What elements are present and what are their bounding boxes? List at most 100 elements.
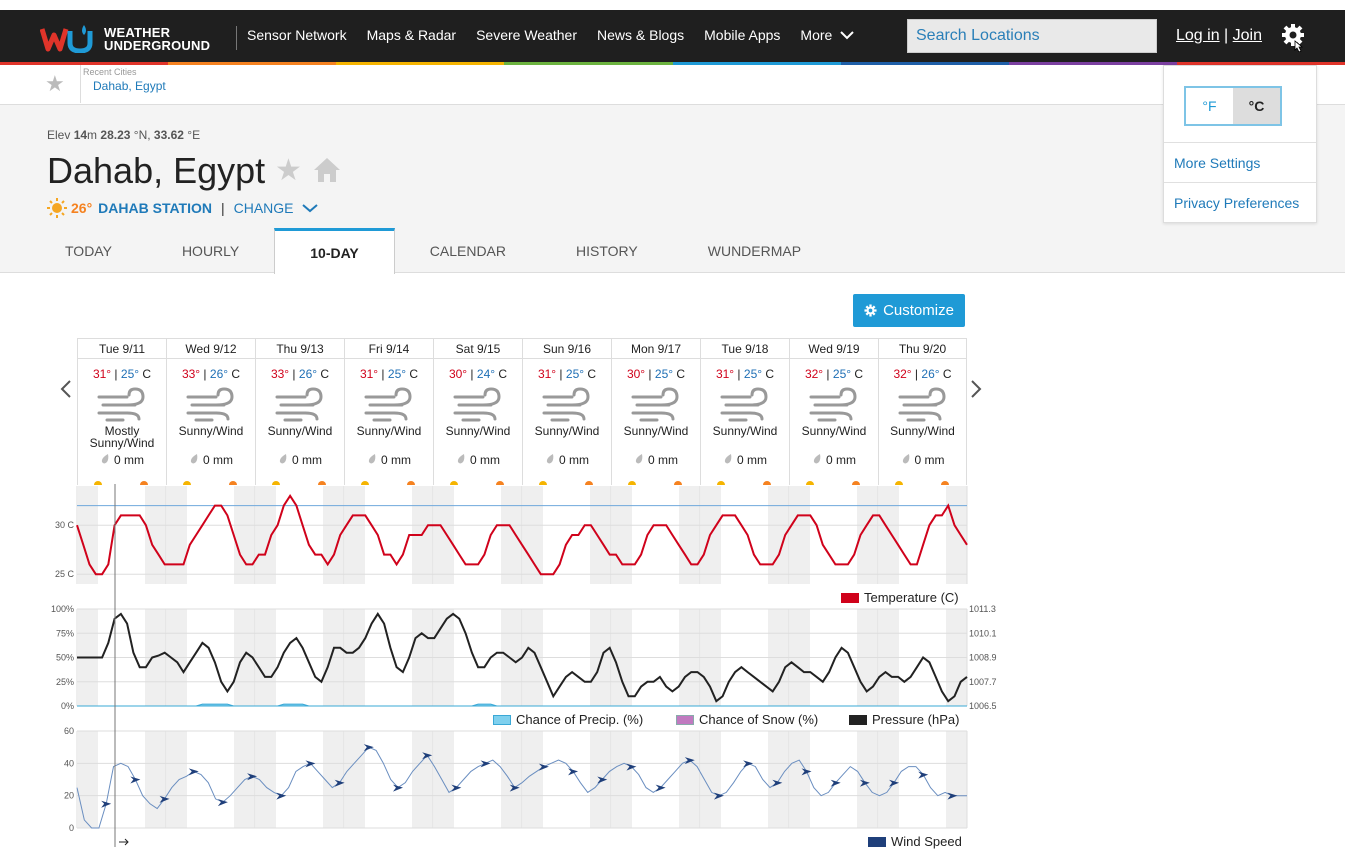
day-high: 30° — [448, 367, 468, 381]
day-high: 31° — [359, 367, 379, 381]
forecast-day[interactable]: Tue 9/11 31° | 25° C Mostly Sunny/Wind 0… — [77, 339, 166, 485]
day-unit: C — [409, 367, 419, 381]
tab-today[interactable]: TODAY — [30, 228, 147, 273]
station-temp: 26° — [71, 200, 93, 216]
search-input[interactable]: Search Locations — [907, 19, 1157, 53]
pressure-tick-label: 1006.5 — [969, 701, 997, 711]
day-condition: Sunny/Wind — [801, 424, 867, 438]
star-icon[interactable]: ★ — [45, 71, 65, 97]
day-precip-value: 0 mm — [559, 453, 589, 467]
tab-wundermap[interactable]: WUNDERMAP — [673, 228, 836, 273]
day-temps: 31° | 25° C — [92, 367, 152, 381]
tab-hourly[interactable]: HOURLY — [147, 228, 274, 273]
recent-divider — [80, 65, 81, 103]
nav-more-label: More — [800, 27, 833, 43]
wind-icon — [275, 387, 323, 422]
night-band — [590, 486, 611, 584]
tab-calendar[interactable]: CALENDAR — [395, 228, 541, 273]
legend-swatch-pressure — [849, 714, 867, 725]
day-high: 32° — [804, 367, 824, 381]
day-temps: 31° | 25° C — [715, 367, 775, 381]
forecast-day[interactable]: Tue 9/18 31° | 25° C Sunny/Wind 0 mm — [700, 339, 789, 485]
forecast-day[interactable]: Thu 9/13 33° | 26° C Sunny/Wind 0 mm — [255, 339, 344, 485]
night-band — [167, 731, 187, 828]
ten-day-forecast: Tue 9/11 31° | 25° C Mostly Sunny/Wind 0… — [77, 338, 967, 485]
day-date: Wed 9/12 — [167, 339, 255, 359]
day-unit: C — [676, 367, 686, 381]
join-link[interactable]: Join — [1233, 27, 1262, 44]
more-settings-link[interactable]: More Settings — [1174, 155, 1260, 171]
chevron-left-icon[interactable] — [60, 380, 72, 398]
raindrop-icon — [190, 454, 198, 464]
wind-direction-arrow — [830, 779, 841, 787]
day-condition: Sunny/Wind — [534, 424, 600, 438]
customize-button[interactable]: Customize — [853, 294, 965, 327]
day-low: 25° — [743, 367, 763, 381]
day-temps: 30° | 24° C — [448, 367, 508, 381]
day-date: Tue 9/11 — [78, 339, 166, 359]
pressure-tick-label: 1007.7 — [969, 677, 997, 687]
chevron-down-icon — [840, 31, 855, 40]
elevation-coords: Elev 14m 28.23 °N, 33.62 °E — [47, 128, 200, 142]
wind-direction-arrow — [188, 768, 199, 776]
legend-label-temperature: Temperature (C) — [864, 590, 959, 605]
nav-more[interactable]: More — [800, 27, 855, 43]
forecast-charts: 30 C 25 C 100% 1011.3 75% 1010.1 50% 1008.9 25% 1… — [51, 484, 997, 847]
day-temps: 30° | 25° C — [626, 367, 686, 381]
gear-icon[interactable] — [1279, 22, 1307, 52]
night-band — [256, 486, 276, 584]
login-link[interactable]: Log in — [1176, 27, 1220, 44]
recent-city-link[interactable]: Dahab, Egypt — [93, 79, 166, 93]
day-unit: C — [231, 367, 241, 381]
auth-links: Log in | Join — [1176, 27, 1262, 45]
forecast-day[interactable]: Wed 9/12 33° | 26° C Sunny/Wind 0 mm — [166, 339, 255, 485]
tab-history[interactable]: HISTORY — [541, 228, 673, 273]
day-unit: C — [142, 367, 152, 381]
day-precip-value: 0 mm — [381, 453, 411, 467]
wu-logo[interactable]: WEATHER UNDERGROUND — [40, 25, 210, 53]
forecast-day[interactable]: Mon 9/17 30° | 25° C Sunny/Wind 0 mm — [611, 339, 700, 485]
legend-label-snow: Chance of Snow (%) — [699, 712, 819, 727]
privacy-preferences-link[interactable]: Privacy Preferences — [1174, 195, 1299, 211]
wind-tick-label: 60 — [64, 726, 74, 736]
gear-icon — [864, 304, 877, 317]
unit-celsius-button[interactable]: °C — [1233, 88, 1280, 124]
forecast-day[interactable]: Fri 9/14 31° | 25° C Sunny/Wind 0 mm — [344, 339, 433, 485]
unit-fahrenheit-button[interactable]: °F — [1186, 88, 1233, 124]
nav-severe-weather[interactable]: Severe Weather — [476, 27, 577, 43]
legend-swatch-snow — [676, 714, 694, 725]
forecast-day[interactable]: Sun 9/16 31° | 25° C Sunny/Wind 0 mm — [522, 339, 611, 485]
precip-tick-label: 0% — [61, 701, 74, 711]
pressure-tick-label: 1010.1 — [969, 628, 997, 638]
change-station-button[interactable]: CHANGE — [234, 200, 319, 216]
wind-icon — [720, 387, 768, 422]
night-band — [501, 731, 522, 828]
forecast-day[interactable]: Thu 9/20 32° | 26° C Sunny/Wind 0 mm — [878, 339, 967, 485]
home-icon[interactable] — [313, 157, 341, 183]
day-condition: Mostly Sunny/Wind — [89, 424, 155, 450]
day-condition: Sunny/Wind — [445, 424, 511, 438]
forecast-day[interactable]: Sat 9/15 30° | 24° C Sunny/Wind 0 mm — [433, 339, 522, 485]
wind-direction-arrow — [305, 760, 316, 768]
day-date: Thu 9/20 — [879, 339, 966, 359]
precip-tick-label: 75% — [56, 628, 74, 638]
favorite-star-icon[interactable]: ★ — [275, 153, 302, 188]
elev-value: 14 — [73, 128, 88, 142]
night-band — [612, 731, 632, 828]
day-date: Sun 9/16 — [523, 339, 611, 359]
night-band — [523, 486, 543, 584]
nav-mobile-apps[interactable]: Mobile Apps — [704, 27, 780, 43]
forecast-day[interactable]: Wed 9/19 32° | 25° C Sunny/Wind 0 mm — [789, 339, 878, 485]
popover-divider — [1164, 182, 1316, 183]
chevron-down-icon — [302, 204, 319, 213]
elev-unit: m — [87, 128, 98, 142]
nav-sensor-network[interactable]: Sensor Network — [247, 27, 347, 43]
day-precip-value: 0 mm — [648, 453, 678, 467]
wind-icon — [542, 387, 590, 422]
tab-10-day[interactable]: 10-DAY — [274, 228, 395, 274]
wind-icon — [453, 387, 501, 422]
chevron-right-icon[interactable] — [970, 380, 982, 398]
station-name[interactable]: DAHAB STATION — [98, 200, 212, 216]
nav-maps-radar[interactable]: Maps & Radar — [367, 27, 456, 43]
nav-news-blogs[interactable]: News & Blogs — [597, 27, 684, 43]
